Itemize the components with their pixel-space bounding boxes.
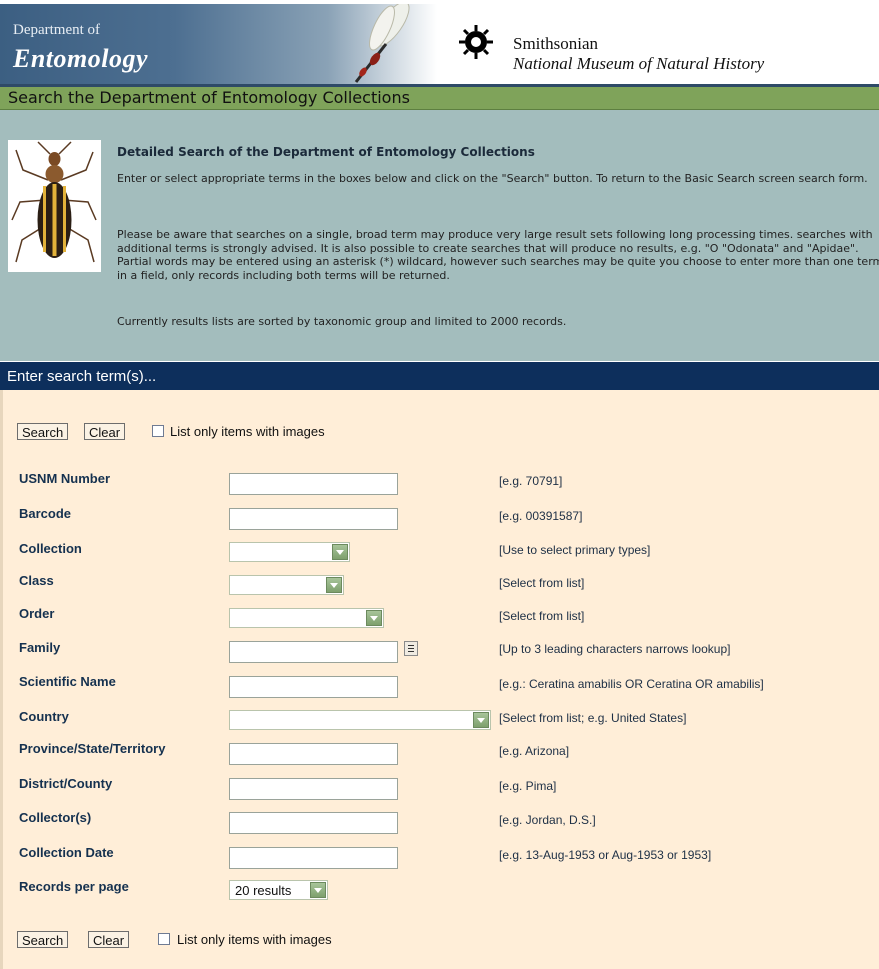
records-per-page-value: 20 results — [235, 883, 292, 898]
page-title: Search the Department of Entomology Coll… — [8, 88, 410, 107]
department-of-label: Department of — [13, 22, 101, 38]
family-hint: [Up to 3 leading characters narrows look… — [499, 642, 731, 656]
scientific-name-label: Scientific Name — [19, 674, 116, 689]
country-label: Country — [19, 709, 69, 724]
images-only-label-top: List only items with images — [170, 424, 325, 439]
smithsonian-name: Smithsonian — [513, 34, 599, 53]
country-hint: [Select from list; e.g. United States] — [499, 711, 687, 725]
images-only-checkbox-bottom[interactable] — [158, 933, 170, 945]
order-select[interactable] — [229, 608, 384, 628]
images-only-label-bottom: List only items with images — [177, 932, 332, 947]
barcode-hint: [e.g. 00391587] — [499, 509, 583, 523]
usnm-label: USNM Number — [19, 471, 111, 486]
collector-input[interactable] — [229, 812, 398, 834]
district-label: District/County — [19, 776, 113, 791]
clear-button-bottom[interactable]: Clear — [88, 931, 130, 948]
scientific-name-hint: [e.g.: Ceratina amabilis OR Ceratina OR … — [499, 677, 764, 691]
province-hint: [e.g. Arizona] — [499, 744, 570, 758]
site-banner: Department of Entomology Smithsonian Nat… — [0, 0, 879, 87]
barcode-label: Barcode — [19, 506, 72, 521]
barcode-input[interactable] — [229, 508, 398, 530]
class-hint: [Select from list] — [499, 576, 585, 590]
family-label: Family — [19, 640, 61, 655]
order-label: Order — [19, 606, 55, 621]
province-input[interactable] — [229, 743, 398, 765]
form-left-border — [0, 390, 3, 969]
records-per-page-select[interactable]: 20 results — [229, 880, 328, 900]
search-terms-title: Enter search term(s)... — [7, 368, 157, 385]
intro-heading: Detailed Search of the Department of Ent… — [117, 145, 535, 159]
intro-panel: Detailed Search of the Department of Ent… — [0, 110, 879, 361]
scientific-name-input[interactable] — [229, 676, 398, 698]
chevron-down-icon[interactable] — [310, 882, 326, 898]
chevron-down-icon[interactable] — [326, 577, 342, 593]
collection-date-hint: [e.g. 13-Aug-1953 or Aug-1953 or 1953] — [499, 848, 712, 862]
class-label: Class — [19, 573, 54, 588]
search-terms-header: Enter search term(s)... — [0, 362, 879, 390]
district-input[interactable] — [229, 778, 398, 800]
images-only-checkbox-top[interactable] — [152, 425, 164, 437]
country-select[interactable] — [229, 710, 491, 730]
collection-date-input[interactable] — [229, 847, 398, 869]
province-label: Province/State/Territory — [19, 741, 166, 756]
collection-date-label: Collection Date — [19, 845, 114, 860]
museum-name: National Museum of Natural History — [513, 54, 765, 73]
chevron-down-icon[interactable] — [366, 610, 382, 626]
records-per-page-label: Records per page — [19, 879, 129, 894]
smithsonian-sun-logo — [459, 25, 493, 59]
beetle-image — [8, 140, 101, 272]
usnm-input[interactable] — [229, 473, 398, 495]
collection-select[interactable] — [229, 542, 350, 562]
page-title-bar: Search the Department of Entomology Coll… — [0, 87, 879, 110]
family-input[interactable] — [229, 641, 398, 663]
department-title: Entomology — [13, 44, 149, 73]
chevron-down-icon[interactable] — [332, 544, 348, 560]
class-select[interactable] — [229, 575, 344, 595]
beetle-icon — [11, 141, 97, 263]
collector-hint: [e.g. Jordan, D.S.] — [499, 813, 596, 827]
collection-label: Collection — [19, 541, 82, 556]
lookup-list-icon[interactable] — [404, 641, 418, 656]
collector-label: Collector(s) — [19, 810, 92, 825]
search-button-bottom[interactable]: Search — [17, 931, 69, 948]
damselfly-icon — [354, 4, 410, 83]
chevron-down-icon[interactable] — [473, 712, 489, 728]
clear-button-top[interactable]: Clear — [84, 423, 126, 440]
intro-paragraph-instructions: Enter or select appropriate terms in the… — [117, 172, 868, 185]
collection-hint: [Use to select primary types] — [499, 543, 651, 557]
district-hint: [e.g. Pima] — [499, 779, 557, 793]
usnm-hint: [e.g. 70791] — [499, 474, 563, 488]
intro-paragraph-warning: Please be aware that searches on a singl… — [117, 228, 879, 282]
order-hint: [Select from list] — [499, 609, 585, 623]
search-button-top[interactable]: Search — [17, 423, 69, 440]
intro-paragraph-sorting: Currently results lists are sorted by ta… — [117, 315, 567, 328]
